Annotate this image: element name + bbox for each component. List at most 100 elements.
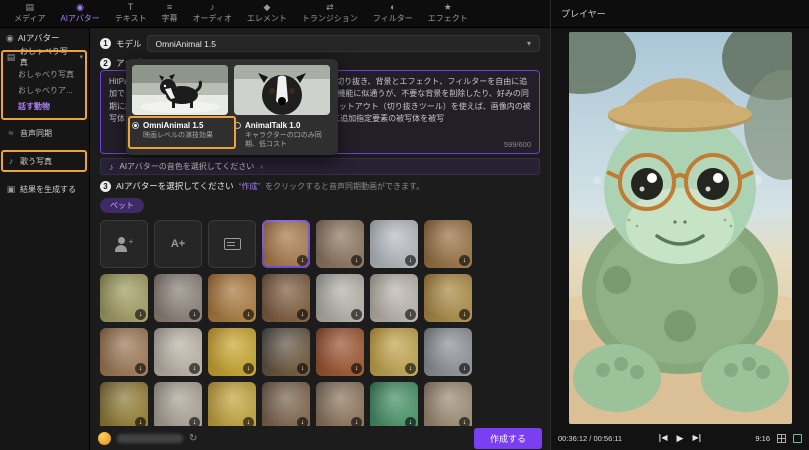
download-icon[interactable]: ↓ — [405, 309, 416, 320]
download-icon[interactable]: ↓ — [351, 255, 362, 266]
model-dropdown-value: OmniAnimal 1.5 — [156, 39, 216, 49]
download-icon[interactable]: ↓ — [459, 309, 470, 320]
toolbar-tab-label: オーディオ — [192, 13, 231, 24]
avatar-cow[interactable]: ↓ — [262, 220, 310, 268]
download-icon[interactable]: ↓ — [297, 309, 308, 320]
download-icon[interactable]: ↓ — [405, 255, 416, 266]
avatar-hedgehog[interactable]: ↓ — [316, 382, 364, 426]
previous-frame-button[interactable]: ◀ — [659, 434, 667, 442]
download-icon[interactable]: ↓ — [135, 363, 146, 374]
sidebar-item-6[interactable]: ♪歌う写真 — [0, 152, 89, 170]
snapshot-grid-icon[interactable] — [777, 434, 786, 443]
download-icon[interactable]: ↓ — [459, 255, 470, 266]
download-icon[interactable]: ↓ — [351, 363, 362, 374]
avatar-alpaca[interactable]: ↓ — [154, 328, 202, 376]
category-pill-pets[interactable]: ペット — [100, 198, 144, 213]
refresh-icon[interactable]: ↻ — [189, 433, 197, 444]
sidebar-title: ◉ AIアバター — [0, 28, 89, 48]
toolbar-tab-3[interactable]: Tテキスト — [115, 3, 147, 24]
toolbar-tab-5[interactable]: ♪オーディオ — [192, 3, 231, 24]
element-icon: ◆ — [263, 3, 270, 12]
avatar-ferret[interactable]: ↓ — [424, 382, 472, 426]
download-icon[interactable]: ↓ — [243, 309, 254, 320]
animaltalk-preview-image[interactable] — [234, 65, 330, 115]
avatar-cat-sunglasses[interactable]: ↓ — [208, 274, 256, 322]
audio-icon: ♪ — [210, 3, 215, 12]
download-icon[interactable]: ↓ — [189, 309, 200, 320]
model-option-1[interactable]: OmniAnimal 1.5映画レベルの演技効果 — [132, 121, 228, 149]
voice-select-row[interactable]: ♪ AIアバターの音色を選択してください › — [100, 158, 540, 175]
avatar-monkey[interactable]: ↓ — [316, 220, 364, 268]
toolbar-tab-label: 字幕 — [161, 13, 177, 24]
aspect-ratio-selector[interactable]: 9:16 — [755, 434, 770, 443]
player-header: プレイヤー — [551, 0, 809, 28]
sidebar-item-7[interactable]: ▣結果を生成する — [0, 180, 89, 198]
avatar-donkey[interactable]: ↓ — [154, 274, 202, 322]
sidebar-item-1[interactable]: ▤おしゃべり写真▾ — [0, 48, 89, 66]
step-number: 1 — [100, 38, 111, 49]
player-title: プレイヤー — [561, 7, 606, 20]
upload-custom-avatar-tile[interactable]: + — [100, 220, 148, 268]
download-icon[interactable]: ↓ — [189, 363, 200, 374]
avatar-chick[interactable]: ↓ — [208, 382, 256, 426]
download-icon[interactable]: ↓ — [405, 363, 416, 374]
user-avatar[interactable] — [98, 432, 111, 445]
avatar-hamster[interactable]: ↓ — [370, 328, 418, 376]
download-icon[interactable]: ↓ — [351, 309, 362, 320]
model-option-2[interactable]: AnimalTalk 1.0キャラクターの口のみ同期、低コスト — [234, 121, 330, 149]
avatar-bernese-dog[interactable]: ↓ — [262, 328, 310, 376]
radio-icon[interactable] — [234, 122, 241, 129]
sidebar-item-3[interactable]: おしゃべりア... — [0, 82, 89, 98]
video-preview[interactable] — [569, 32, 792, 424]
fullscreen-icon[interactable] — [793, 434, 802, 443]
avatar-koala[interactable]: ↓ — [424, 328, 472, 376]
toolbar-tab-8[interactable]: ◐フィルター — [373, 3, 413, 24]
download-icon[interactable]: ↓ — [459, 417, 470, 426]
toolbar-tab-2[interactable]: ◉AIアバター — [60, 3, 99, 24]
download-icon[interactable]: ↓ — [297, 417, 308, 426]
toolbar-tab-9[interactable]: ★エフェクト — [428, 3, 468, 24]
download-icon[interactable]: ↓ — [297, 255, 308, 266]
toolbar-tab-7[interactable]: ⇄トランジション — [302, 3, 358, 24]
avatar-capybara[interactable]: ↓ — [424, 220, 472, 268]
sidebar-item-5[interactable]: ≈音声同期 — [0, 124, 89, 142]
toolbar-tab-1[interactable]: ▤メディア — [14, 3, 45, 24]
avatar-monkey-scarf[interactable]: ↓ — [262, 274, 310, 322]
radio-icon[interactable] — [132, 122, 139, 129]
avatar-goat[interactable]: ↓ — [316, 274, 364, 322]
avatar-sheep[interactable]: ↓ — [370, 274, 418, 322]
download-icon[interactable]: ↓ — [135, 417, 146, 426]
download-icon[interactable]: ↓ — [243, 363, 254, 374]
sidebar-item-2[interactable]: おしゃべり写真 — [0, 66, 89, 82]
download-icon[interactable]: ↓ — [189, 417, 200, 426]
omnianimal-preview-image[interactable] — [132, 65, 228, 115]
avatar-parrot[interactable]: ↓ — [370, 382, 418, 426]
download-icon[interactable]: ↓ — [243, 417, 254, 426]
avatar-duckling[interactable]: ↓ — [208, 328, 256, 376]
avatar-cheetah[interactable]: ↓ — [424, 274, 472, 322]
toolbar-tab-4[interactable]: ≡字幕 — [161, 3, 177, 24]
card-avatar-tile[interactable] — [208, 220, 256, 268]
avatar-seal[interactable]: ↓ — [370, 220, 418, 268]
toolbar-tab-label: テキスト — [115, 13, 147, 24]
download-icon[interactable]: ↓ — [351, 417, 362, 426]
avatar-gecko[interactable]: ↓ — [100, 274, 148, 322]
top-toolbar: ▤メディア ◉AIアバター Tテキスト ≡字幕 ♪オーディオ ◆エレメント ⇄トランジション… — [0, 0, 550, 28]
sidebar-list: ▤おしゃべり写真▾おしゃべり写真おしゃべりア...話す動物 ≈音声同期 ♪歌う写真 ▣… — [0, 48, 89, 198]
next-frame-button[interactable]: ▶ — [692, 434, 700, 442]
create-button[interactable]: 作成する — [474, 428, 542, 449]
text-to-avatar-tile[interactable]: A+ — [154, 220, 202, 268]
model-dropdown[interactable]: OmniAnimal 1.5 ▾ — [147, 35, 540, 52]
avatar-bee-cat[interactable]: ↓ — [100, 382, 148, 426]
avatar-cat[interactable]: ↓ — [100, 328, 148, 376]
avatar-llama[interactable]: ↓ — [154, 382, 202, 426]
avatar-puppy[interactable]: ↓ — [262, 382, 310, 426]
download-icon[interactable]: ↓ — [135, 309, 146, 320]
download-icon[interactable]: ↓ — [297, 363, 308, 374]
toolbar-tab-6[interactable]: ◆エレメント — [247, 3, 287, 24]
play-button[interactable]: ▶ — [677, 434, 684, 443]
avatar-red-panda[interactable]: ↓ — [316, 328, 364, 376]
download-icon[interactable]: ↓ — [405, 417, 416, 426]
download-icon[interactable]: ↓ — [459, 363, 470, 374]
sidebar-item-4[interactable]: 話す動物 — [0, 98, 89, 114]
